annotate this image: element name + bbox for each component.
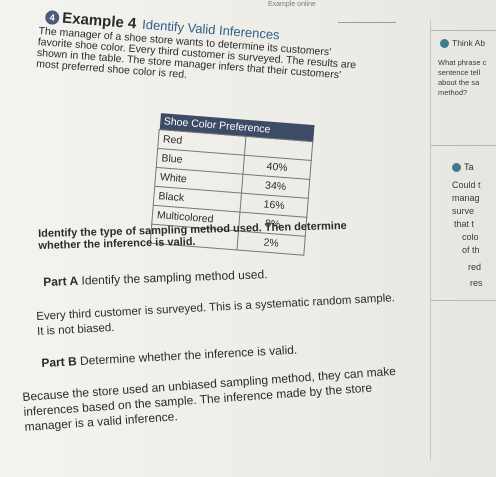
talk-about-it-heading: Ta <box>452 162 474 173</box>
think-about-it-heading: Think Ab <box>440 38 485 49</box>
think-line: about the sa <box>438 78 480 87</box>
talk-line: red <box>468 262 482 272</box>
sidebar-rule <box>430 145 496 146</box>
talk-line: manag <box>452 193 480 203</box>
part-b-prompt: Part B Determine whether the inference i… <box>41 343 298 370</box>
header-rule <box>338 22 396 23</box>
task-instructions: Identify the type of sampling method use… <box>38 218 428 252</box>
example-number-badge: 4 <box>44 9 60 25</box>
sidebar-rule <box>430 30 496 31</box>
talk-line: of th <box>462 245 480 255</box>
talk-line: surve <box>452 206 475 216</box>
part-b-label: Part B <box>41 354 78 370</box>
think-icon <box>440 39 449 49</box>
talk-line: colo <box>462 232 479 242</box>
talk-icon <box>452 163 461 173</box>
think-line: method? <box>438 88 468 97</box>
think-line: sentence tell <box>438 68 481 77</box>
part-b-question: Determine whether the inference is valid… <box>79 342 298 368</box>
part-a-prompt: Part A Identify the sampling method used… <box>43 267 268 289</box>
textbook-page: Example online 4 Example 4 Identify Valid … <box>0 0 496 477</box>
part-a-question: Identify the sampling method used. <box>81 267 268 288</box>
talk-line: res <box>470 278 483 288</box>
talk-line: Could t <box>452 180 481 190</box>
part-b-answer: Because the store used an unbiased sampl… <box>22 364 398 435</box>
sidebar-divider <box>430 20 431 460</box>
talk-line: that t <box>454 219 475 229</box>
example-online-note: Example online <box>268 1 316 8</box>
part-a-label: Part A <box>43 273 79 289</box>
part-a-answer: Every third customer is surveyed. This i… <box>36 291 396 340</box>
sidebar-rule <box>430 300 496 301</box>
think-line: What phrase c <box>438 58 487 67</box>
